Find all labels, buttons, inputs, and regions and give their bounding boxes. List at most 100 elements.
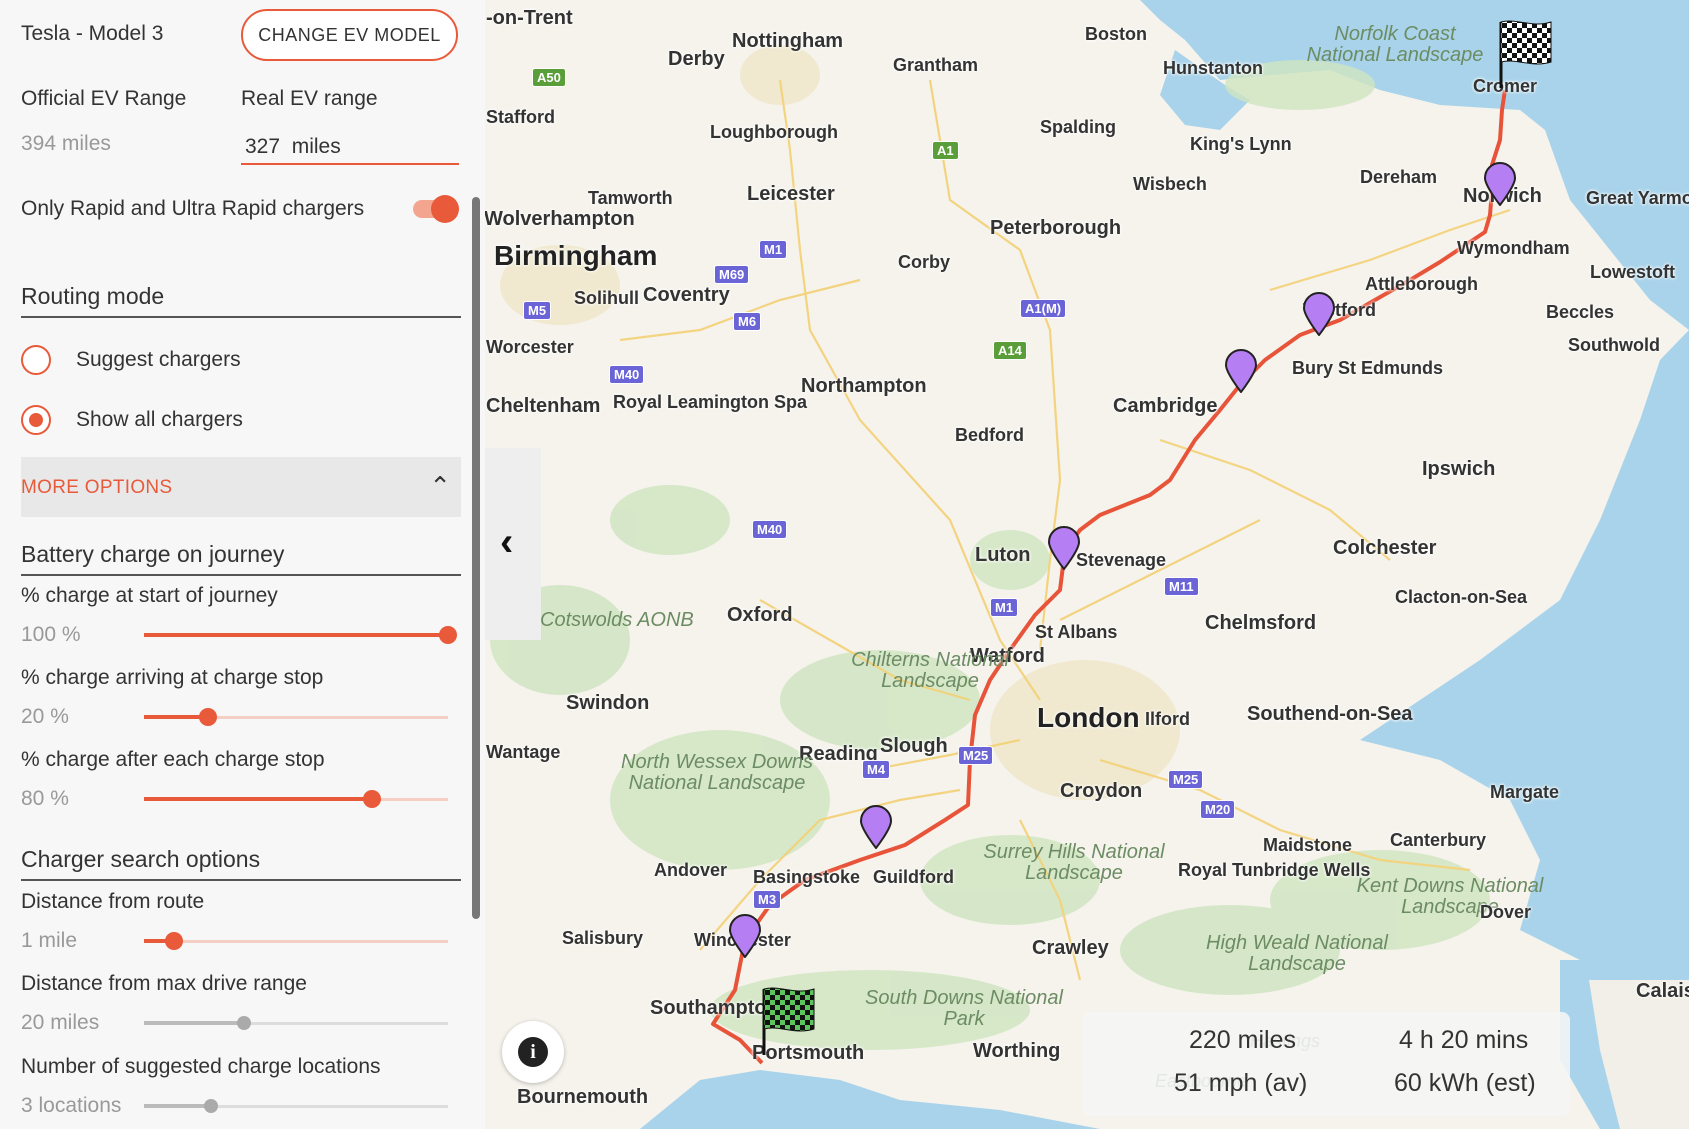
place-label: Swindon: [566, 692, 650, 714]
road-badge: A1(M): [1020, 299, 1067, 318]
place-label: Solihull: [574, 288, 639, 308]
place-label: Northampton: [801, 375, 927, 397]
place-label: Royal Tunbridge Wells: [1178, 860, 1371, 880]
toggle-knob: [431, 195, 459, 223]
road-badge: M4: [862, 760, 891, 779]
route-stats-card: 220 miles 4 h 20 mins 51 mph (av) 60 kWh…: [1082, 1012, 1570, 1116]
place-label: Dereham: [1360, 167, 1438, 187]
slider-value: 80 %: [21, 787, 69, 810]
place-label: King's Lynn: [1190, 134, 1292, 154]
change-ev-model-button[interactable]: CHANGE EV MODEL: [241, 9, 458, 61]
place-label: Dover: [1480, 902, 1532, 922]
start-charge-slider[interactable]: [144, 625, 457, 645]
road-badge: M1: [990, 598, 1019, 617]
slider-label: % charge arriving at charge stop: [21, 666, 324, 689]
place-label: Bury St Edmunds: [1292, 358, 1444, 378]
place-label: Stafford: [486, 107, 555, 127]
place-label: Stevenage: [1076, 550, 1167, 570]
suggested-locations-slider[interactable]: [144, 1096, 448, 1116]
show-all-chargers-label[interactable]: Show all chargers: [76, 408, 243, 432]
place-label: Maidstone: [1263, 835, 1353, 855]
place-label: Cambridge: [1113, 395, 1218, 417]
place-label: Spalding: [1040, 117, 1116, 137]
route-map[interactable]: -on-Trent Nottingham Derby Grantham Boston Hu…: [485, 0, 1689, 1129]
after-charge-slider[interactable]: [144, 789, 448, 809]
start-flag-icon: [760, 985, 818, 1055]
distance-from-route-slider[interactable]: [144, 931, 448, 951]
slider-thumb[interactable]: [198, 708, 217, 726]
arrival-charge-slider[interactable]: [144, 707, 448, 727]
road-badge: M1: [759, 240, 788, 259]
place-label: Bournemouth: [517, 1086, 649, 1108]
charger-pin-icon[interactable]: [1483, 162, 1517, 206]
real-range-label: Real EV range: [241, 87, 378, 110]
slider-label: Number of suggested charge locations: [21, 1055, 381, 1078]
road-badge: M20: [1200, 800, 1236, 819]
slider-thumb[interactable]: [363, 790, 381, 808]
suggest-chargers-label[interactable]: Suggest chargers: [76, 348, 241, 372]
place-label: London: [1037, 702, 1140, 733]
road-badge: A1: [932, 141, 959, 160]
place-label: Guildford: [873, 867, 954, 887]
real-range-input[interactable]: [241, 131, 459, 165]
route-energy: 60 kWh (est): [1394, 1069, 1536, 1097]
place-label: Chelmsford: [1205, 612, 1317, 634]
place-label: St Albans: [1035, 622, 1118, 642]
place-label: Peterborough: [990, 217, 1122, 239]
place-label: Colchester: [1333, 537, 1437, 559]
road-badge: M5: [523, 301, 552, 320]
place-label: Coventry: [643, 284, 730, 306]
place-label: Ipswich: [1422, 458, 1496, 480]
place-label: Royal Leamington Spa: [613, 392, 808, 412]
place-label: Worcester: [486, 337, 574, 357]
charger-pin-icon[interactable]: [1224, 349, 1258, 393]
panel-scrollbar[interactable]: [472, 197, 480, 919]
place-label: Ilford: [1145, 709, 1190, 729]
place-label: Boston: [1085, 24, 1147, 44]
charger-pin-icon[interactable]: [728, 914, 762, 958]
info-button[interactable]: i: [502, 1021, 564, 1083]
charger-search-heading: Charger search options: [21, 846, 461, 881]
place-label: Clacton-on-Sea: [1395, 587, 1528, 607]
place-label: Worthing: [973, 1040, 1061, 1062]
slider-label: Distance from max drive range: [21, 972, 307, 995]
place-label: Birmingham: [494, 240, 658, 271]
info-icon: i: [518, 1037, 548, 1067]
distance-from-max-range-slider[interactable]: [144, 1013, 448, 1033]
place-label: -on-Trent: [486, 7, 573, 29]
road-badge: M40: [752, 520, 788, 539]
place-label: Luton: [975, 544, 1031, 566]
route-distance: 220 miles: [1189, 1026, 1296, 1054]
road-badge: A50: [532, 68, 566, 87]
place-label: Southwold: [1568, 335, 1660, 355]
place-label: Corby: [898, 252, 951, 272]
place-label: Tamworth: [588, 188, 673, 208]
place-label: Grantham: [893, 55, 979, 75]
place-label: Margate: [1490, 782, 1560, 802]
more-options-toggle[interactable]: MORE OPTIONS ⌃: [21, 457, 461, 517]
place-label: Cheltenham: [486, 395, 601, 417]
slider-thumb[interactable]: [203, 1099, 218, 1113]
collapse-panel-button[interactable]: ‹: [485, 448, 541, 640]
slider-label: % charge after each charge stop: [21, 748, 325, 771]
place-label: Andover: [654, 860, 728, 880]
show-all-chargers-radio[interactable]: [21, 405, 51, 435]
place-label: Surrey Hills National Landscape: [983, 841, 1165, 884]
battery-heading: Battery charge on journey: [21, 541, 461, 576]
charger-pin-icon[interactable]: [859, 805, 893, 849]
slider-thumb[interactable]: [165, 932, 184, 950]
rapid-only-label: Only Rapid and Ultra Rapid chargers: [21, 197, 365, 220]
place-label: Derby: [668, 48, 725, 70]
rapid-only-toggle[interactable]: [413, 195, 461, 223]
road-badge: M40: [609, 365, 645, 384]
slider-thumb[interactable]: [439, 626, 457, 644]
suggest-chargers-radio[interactable]: [21, 345, 51, 375]
place-label: Crawley: [1032, 937, 1109, 959]
charger-pin-icon[interactable]: [1302, 292, 1336, 336]
place-label: Loughborough: [710, 122, 838, 142]
slider-value: 20 miles: [21, 1011, 100, 1034]
slider-value: 1 mile: [21, 929, 78, 952]
road-badge: M25: [958, 746, 994, 765]
slider-thumb[interactable]: [237, 1016, 252, 1030]
charger-pin-icon[interactable]: [1047, 526, 1081, 570]
